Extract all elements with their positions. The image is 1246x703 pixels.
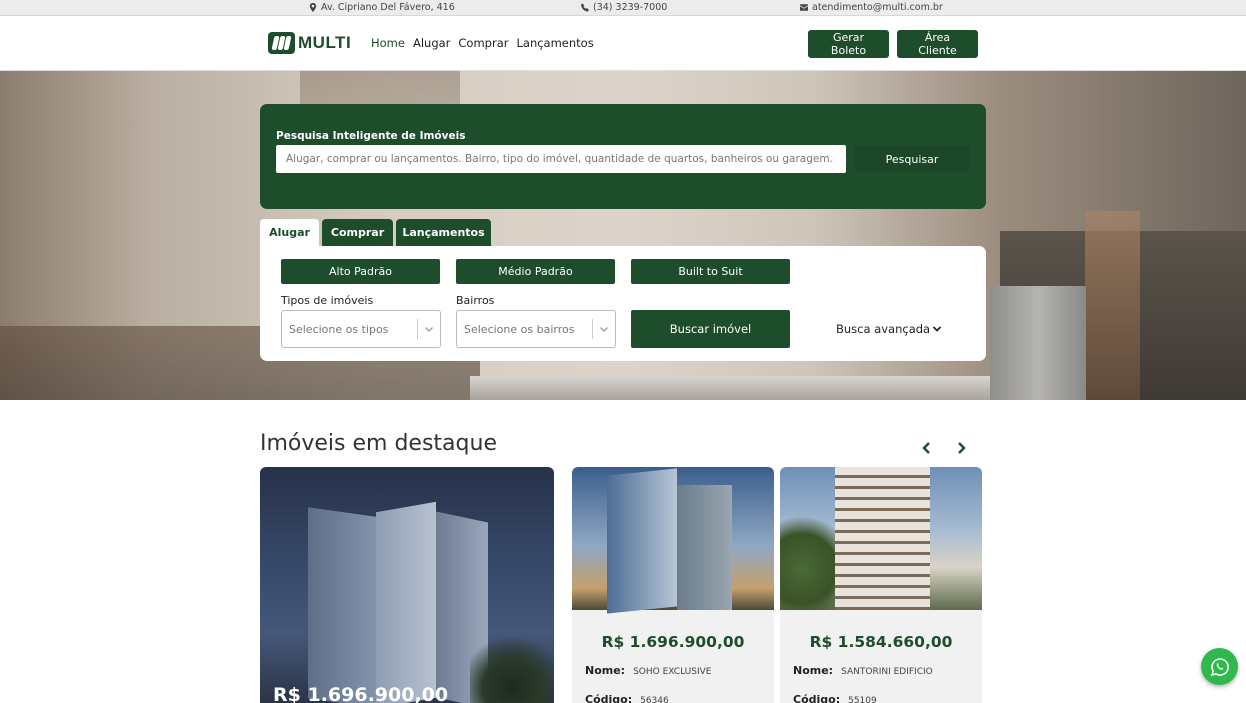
chevron-down-icon bbox=[425, 327, 433, 332]
building-image bbox=[607, 468, 677, 614]
property-name-row: Nome: SANTORINI EDIFICIO bbox=[793, 664, 933, 677]
hero-background-detail bbox=[1085, 211, 1140, 400]
nav-lancamentos[interactable]: Lançamentos bbox=[516, 36, 593, 50]
property-code: 56346 bbox=[640, 696, 669, 703]
logo[interactable]: MULTI bbox=[268, 32, 351, 54]
property-image bbox=[780, 467, 982, 610]
tab-alugar[interactable]: Alugar bbox=[260, 219, 319, 246]
whatsapp-button[interactable] bbox=[1201, 648, 1238, 685]
whatsapp-icon bbox=[1210, 657, 1229, 676]
phone-icon bbox=[581, 3, 589, 12]
hero-background-detail bbox=[990, 286, 1086, 400]
phone-text: (34) 3239-7000 bbox=[593, 2, 668, 13]
code-label: Código: bbox=[793, 693, 841, 703]
alto-padrao-button[interactable]: Alto Padrão bbox=[281, 259, 440, 284]
featured-main-price: R$ 1.696.900,00 bbox=[273, 684, 449, 703]
hero-background-detail bbox=[470, 376, 990, 400]
tree-image bbox=[780, 507, 835, 610]
smart-search-panel: Pesquisa Inteligente de Imóveis Pesquisa… bbox=[260, 104, 986, 209]
code-label: Código: bbox=[585, 693, 633, 703]
neighborhoods-placeholder: Selecione os bairros bbox=[464, 322, 575, 336]
filter-panel: Alto Padrão Médio Padrão Built to Suit T… bbox=[260, 246, 986, 361]
property-image bbox=[572, 467, 774, 614]
gerar-boleto-button[interactable]: Gerar Boleto bbox=[808, 30, 889, 58]
name-label: Nome: bbox=[793, 664, 834, 677]
buscar-imovel-button[interactable]: Buscar imóvel bbox=[631, 310, 790, 348]
nav-comprar[interactable]: Comprar bbox=[458, 36, 508, 50]
building-image bbox=[835, 467, 930, 610]
building-image bbox=[677, 485, 732, 610]
property-code-row: Código: 56346 bbox=[585, 693, 669, 703]
palm-tree-image bbox=[470, 627, 554, 703]
phone-info[interactable]: (34) 3239-7000 bbox=[581, 2, 667, 13]
featured-title: Imóveis em destaque bbox=[260, 431, 497, 456]
envelope-icon bbox=[800, 4, 808, 11]
building-image bbox=[376, 501, 436, 703]
tab-lancamentos[interactable]: Lançamentos bbox=[396, 219, 491, 246]
name-label: Nome: bbox=[585, 664, 626, 677]
chevron-down-icon bbox=[600, 327, 608, 332]
property-card[interactable]: R$ 1.696.900,00 Nome: SOHO EXCLUSIVE Cód… bbox=[572, 467, 774, 703]
types-placeholder: Selecione os tipos bbox=[289, 322, 389, 336]
site-header: MULTI Home Alugar Comprar Lançamentos Ge… bbox=[0, 16, 1246, 71]
types-select[interactable]: Selecione os tipos bbox=[281, 310, 441, 348]
chevron-down-icon bbox=[932, 326, 942, 332]
logo-text: MULTI bbox=[298, 33, 352, 52]
location-pin-icon bbox=[309, 3, 317, 12]
property-code-row: Código: 55109 bbox=[793, 693, 877, 703]
property-price: R$ 1.696.900,00 bbox=[601, 633, 745, 651]
built-to-suit-button[interactable]: Built to Suit bbox=[631, 259, 790, 284]
email-text: atendimento@multi.com.br bbox=[812, 2, 943, 13]
top-info-bar: Av. Cipriano Del Fávero, 416 (34) 3239-7… bbox=[0, 0, 1246, 16]
neighborhoods-select[interactable]: Selecione os bairros bbox=[456, 310, 616, 348]
medio-padrao-button[interactable]: Médio Padrão bbox=[456, 259, 615, 284]
main-nav: Home Alugar Comprar Lançamentos bbox=[371, 36, 594, 50]
logo-mark-icon bbox=[268, 32, 295, 54]
property-code: 55109 bbox=[848, 696, 877, 703]
property-name: SOHO EXCLUSIVE bbox=[633, 667, 712, 677]
featured-main-card[interactable]: R$ 1.696.900,00 bbox=[260, 467, 554, 703]
smart-search-title: Pesquisa Inteligente de Imóveis bbox=[276, 130, 466, 142]
property-name-row: Nome: SOHO EXCLUSIVE bbox=[585, 664, 711, 677]
tab-comprar[interactable]: Comprar bbox=[322, 219, 393, 246]
select-divider bbox=[417, 319, 418, 339]
email-info[interactable]: atendimento@multi.com.br bbox=[800, 2, 943, 13]
advanced-search-link[interactable]: Busca avançada bbox=[836, 322, 942, 336]
advanced-search-label: Busca avançada bbox=[836, 322, 931, 336]
chevron-right-icon[interactable] bbox=[954, 441, 968, 455]
property-card[interactable]: R$ 1.584.660,00 Nome: SANTORINI EDIFICIO… bbox=[780, 467, 982, 703]
pesquisar-button[interactable]: Pesquisar bbox=[855, 146, 969, 172]
nav-home[interactable]: Home bbox=[371, 36, 405, 50]
neighborhoods-label: Bairros bbox=[456, 294, 495, 307]
smart-search-input[interactable] bbox=[276, 145, 846, 173]
select-divider bbox=[592, 319, 593, 339]
area-cliente-button[interactable]: Área Cliente bbox=[897, 30, 978, 58]
property-price: R$ 1.584.660,00 bbox=[809, 633, 953, 651]
building-image bbox=[308, 507, 376, 703]
address-text: Av. Cipriano Del Fávero, 416 bbox=[321, 2, 455, 13]
types-label: Tipos de imóveis bbox=[281, 294, 374, 307]
property-name: SANTORINI EDIFICIO bbox=[841, 667, 933, 677]
address-info: Av. Cipriano Del Fávero, 416 bbox=[309, 2, 455, 13]
chevron-left-icon[interactable] bbox=[920, 441, 934, 455]
nav-alugar[interactable]: Alugar bbox=[413, 36, 450, 50]
